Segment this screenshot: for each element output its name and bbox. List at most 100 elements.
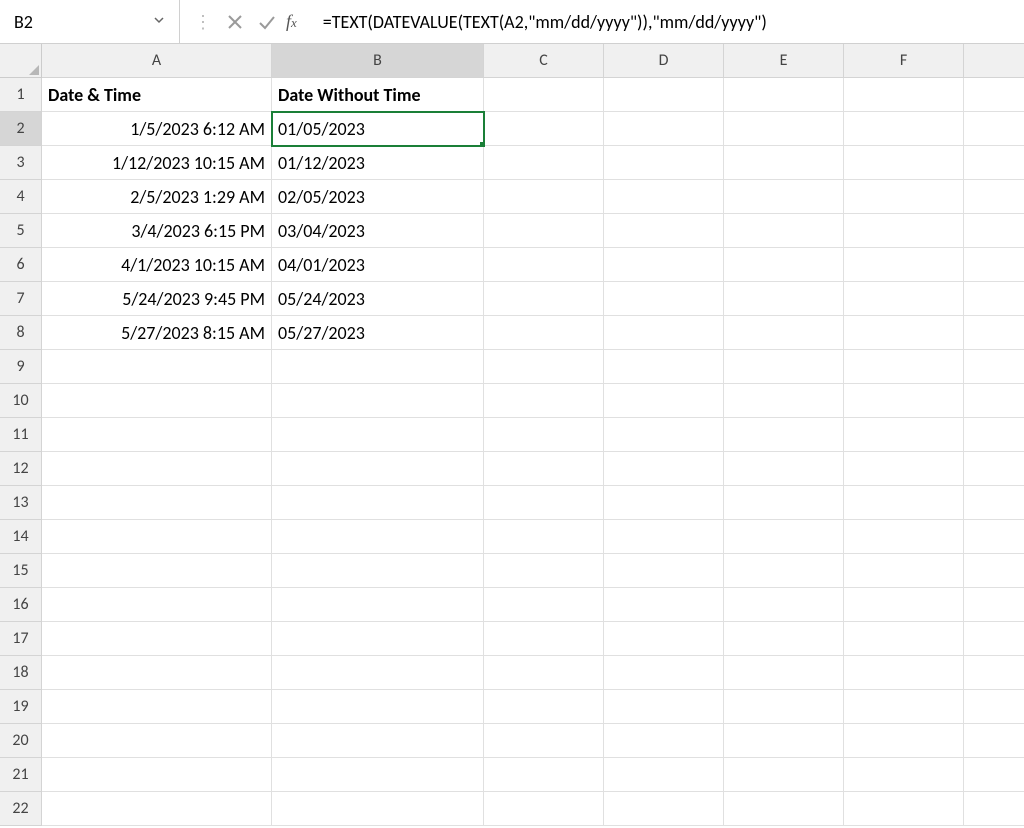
row-header-2[interactable]: 2 [0,112,42,146]
cell-D15[interactable] [604,554,724,588]
cell-A3[interactable]: 1/12/2023 10:15 AM [42,146,272,180]
cell-C14[interactable] [484,520,604,554]
row-header-8[interactable]: 8 [0,316,42,350]
row-header-9[interactable]: 9 [0,350,42,384]
cell-B18[interactable] [272,656,484,690]
cell-D2[interactable] [604,112,724,146]
cell-A13[interactable] [42,486,272,520]
cell-F11[interactable] [844,418,964,452]
cell-D9[interactable] [604,350,724,384]
cell-extra-11[interactable] [964,418,1024,452]
cell-A10[interactable] [42,384,272,418]
cell-extra-21[interactable] [964,758,1024,792]
cell-F19[interactable] [844,690,964,724]
cell-B15[interactable] [272,554,484,588]
cell-A22[interactable] [42,792,272,826]
cell-A5[interactable]: 3/4/2023 6:15 PM [42,214,272,248]
cell-B14[interactable] [272,520,484,554]
column-header-E[interactable]: E [724,44,844,78]
cell-F12[interactable] [844,452,964,486]
cell-D5[interactable] [604,214,724,248]
cell-A20[interactable] [42,724,272,758]
cell-F8[interactable] [844,316,964,350]
cell-extra-10[interactable] [964,384,1024,418]
cell-A19[interactable] [42,690,272,724]
cell-E4[interactable] [724,180,844,214]
cell-B20[interactable] [272,724,484,758]
cell-B6[interactable]: 04/01/2023 [272,248,484,282]
name-box[interactable]: B2 [0,0,180,43]
cell-extra-20[interactable] [964,724,1024,758]
cell-F13[interactable] [844,486,964,520]
cell-C5[interactable] [484,214,604,248]
cell-E12[interactable] [724,452,844,486]
cell-B1[interactable]: Date Without Time [272,78,484,112]
cell-A18[interactable] [42,656,272,690]
cell-C12[interactable] [484,452,604,486]
cell-extra-3[interactable] [964,146,1024,180]
row-header-6[interactable]: 6 [0,248,42,282]
cell-E9[interactable] [724,350,844,384]
cell-extra-4[interactable] [964,180,1024,214]
cell-D12[interactable] [604,452,724,486]
cell-E11[interactable] [724,418,844,452]
cell-D7[interactable] [604,282,724,316]
cell-E18[interactable] [724,656,844,690]
cell-C2[interactable] [484,112,604,146]
cell-B12[interactable] [272,452,484,486]
cell-F6[interactable] [844,248,964,282]
cell-C4[interactable] [484,180,604,214]
row-header-5[interactable]: 5 [0,214,42,248]
column-header-D[interactable]: D [604,44,724,78]
cell-E5[interactable] [724,214,844,248]
cell-F7[interactable] [844,282,964,316]
cell-E8[interactable] [724,316,844,350]
cell-F20[interactable] [844,724,964,758]
cell-D21[interactable] [604,758,724,792]
cell-B10[interactable] [272,384,484,418]
cell-D17[interactable] [604,622,724,656]
cell-D6[interactable] [604,248,724,282]
fx-icon[interactable]: fx [286,11,303,32]
cell-A6[interactable]: 4/1/2023 10:15 AM [42,248,272,282]
row-header-17[interactable]: 17 [0,622,42,656]
cell-extra-8[interactable] [964,316,1024,350]
cell-F22[interactable] [844,792,964,826]
cell-E10[interactable] [724,384,844,418]
cell-A9[interactable] [42,350,272,384]
cell-B8[interactable]: 05/27/2023 [272,316,484,350]
cell-E21[interactable] [724,758,844,792]
cell-B13[interactable] [272,486,484,520]
row-header-20[interactable]: 20 [0,724,42,758]
cell-D11[interactable] [604,418,724,452]
row-header-3[interactable]: 3 [0,146,42,180]
cell-E15[interactable] [724,554,844,588]
cell-B7[interactable]: 05/24/2023 [272,282,484,316]
cell-C18[interactable] [484,656,604,690]
cell-extra-12[interactable] [964,452,1024,486]
cell-E3[interactable] [724,146,844,180]
column-header-B[interactable]: B [272,44,484,78]
row-header-10[interactable]: 10 [0,384,42,418]
row-header-12[interactable]: 12 [0,452,42,486]
cell-E16[interactable] [724,588,844,622]
formula-input[interactable] [313,0,1024,43]
cell-C7[interactable] [484,282,604,316]
cell-F15[interactable] [844,554,964,588]
cell-B3[interactable]: 01/12/2023 [272,146,484,180]
cell-F17[interactable] [844,622,964,656]
cell-extra-6[interactable] [964,248,1024,282]
cell-F18[interactable] [844,656,964,690]
cell-D1[interactable] [604,78,724,112]
row-header-4[interactable]: 4 [0,180,42,214]
cell-extra-1[interactable] [964,78,1024,112]
cell-F2[interactable] [844,112,964,146]
cell-C16[interactable] [484,588,604,622]
cell-extra-13[interactable] [964,486,1024,520]
cell-B16[interactable] [272,588,484,622]
row-header-18[interactable]: 18 [0,656,42,690]
cell-C17[interactable] [484,622,604,656]
cell-E20[interactable] [724,724,844,758]
cell-F9[interactable] [844,350,964,384]
cell-C19[interactable] [484,690,604,724]
